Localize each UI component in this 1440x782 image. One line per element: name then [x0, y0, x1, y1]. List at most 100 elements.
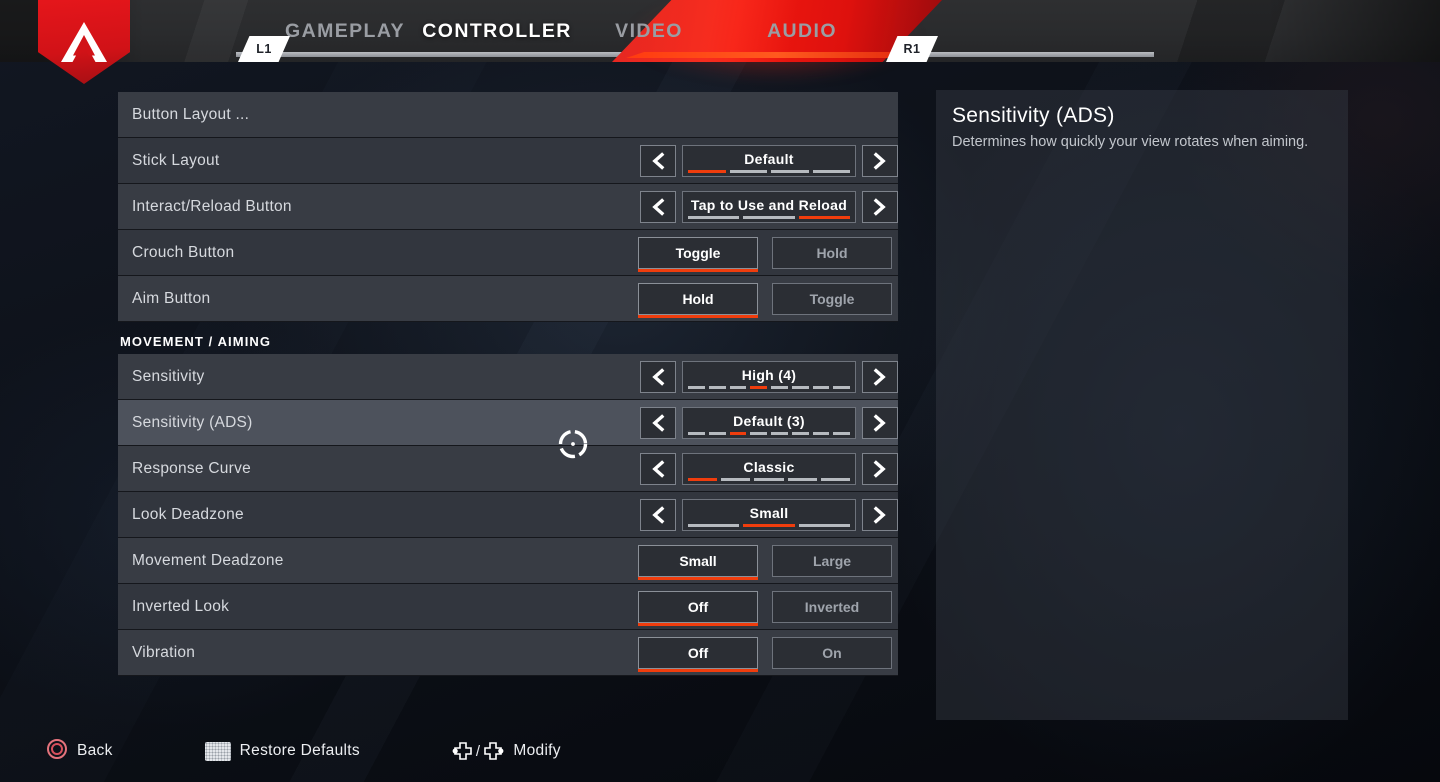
stepper-next-button[interactable]	[862, 499, 898, 531]
tab-gameplay[interactable]: GAMEPLAY	[268, 0, 422, 62]
stepper-segment	[791, 432, 809, 435]
stepper-segments	[688, 216, 850, 219]
footer-modify-action[interactable]: / Modify	[452, 741, 561, 761]
toggle-option[interactable]: Off	[638, 637, 758, 672]
stepper-next-button[interactable]	[862, 191, 898, 223]
settings-row[interactable]: Crouch Button Toggle Hold	[118, 230, 898, 276]
stepper-segment	[688, 432, 705, 435]
reticle-cursor	[556, 427, 590, 461]
stepper-segment	[812, 170, 850, 173]
toggle-control: Off Inverted	[638, 584, 898, 630]
settings-row[interactable]: Inverted Look Off Inverted	[118, 584, 898, 630]
stepper-segment	[743, 524, 795, 527]
description-body: Determines how quickly your view rotates…	[952, 134, 1309, 150]
stepper-value: Default	[744, 151, 794, 167]
stepper-segment	[729, 170, 767, 173]
toggle-control: Toggle Hold	[638, 230, 898, 276]
tab-controller[interactable]: CONTROLLER	[418, 0, 576, 62]
stepper-control: Default	[640, 138, 898, 184]
settings-row[interactable]: Sensitivity (ADS) Default (3)	[118, 400, 898, 446]
stepper-prev-button[interactable]	[640, 145, 676, 177]
toggle-option[interactable]: On	[772, 637, 892, 669]
stepper-segment	[833, 432, 850, 435]
stepper-control: Small	[640, 492, 898, 538]
stepper-segment	[812, 432, 830, 435]
settings-row[interactable]: Vibration Off On	[118, 630, 898, 676]
stepper-segment	[729, 432, 747, 435]
stepper-segment	[787, 478, 817, 481]
toggle-control: Small Large	[638, 538, 898, 584]
tab-audio[interactable]: AUDIO	[728, 0, 876, 62]
section-header: MOVEMENT / AIMING	[120, 334, 272, 349]
toggle-option[interactable]: Hold	[638, 283, 758, 318]
stepper-segment	[721, 478, 751, 481]
stepper-prev-button[interactable]	[640, 499, 676, 531]
footer-back-label: Back	[77, 742, 113, 759]
stepper-segments	[688, 386, 850, 389]
stepper-prev-button[interactable]	[640, 361, 676, 393]
settings-row[interactable]: Button Layout ...	[118, 92, 898, 138]
toggle-option[interactable]: Toggle	[772, 283, 892, 315]
tab-video[interactable]: VIDEO	[576, 0, 722, 62]
stepper-prev-button[interactable]	[640, 407, 676, 439]
stepper-segments	[688, 524, 850, 527]
settings-row[interactable]: Movement Deadzone Small Large	[118, 538, 898, 584]
footer-modify-label: Modify	[513, 742, 561, 759]
settings-row[interactable]: Sensitivity High (4)	[118, 354, 898, 400]
stepper-next-button[interactable]	[862, 145, 898, 177]
dpad-left-right-icon: /	[452, 741, 504, 761]
stepper-segment	[750, 432, 767, 435]
stepper-segment	[798, 216, 850, 219]
stepper-value: Classic	[743, 459, 795, 475]
stepper-prev-button[interactable]	[640, 453, 676, 485]
toggle-option[interactable]: Hold	[772, 237, 892, 269]
stepper-segment	[708, 386, 726, 389]
footer-action-bar: Back Restore Defaults / Modify	[0, 720, 1440, 782]
stepper-segment	[798, 524, 850, 527]
stepper-segment	[688, 478, 718, 481]
touchpad-icon	[204, 741, 231, 761]
toggle-control: Hold Toggle	[638, 276, 898, 322]
stepper-next-button[interactable]	[862, 453, 898, 485]
stepper-next-button[interactable]	[862, 407, 898, 439]
footer-back-action[interactable]: Back	[46, 738, 113, 765]
stepper-value: High (4)	[741, 367, 797, 383]
toggle-option[interactable]: Inverted	[772, 591, 892, 623]
stepper-segment	[812, 386, 830, 389]
description-title: Sensitivity (ADS)	[952, 104, 1115, 127]
stepper-value-box[interactable]: Default (3)	[682, 407, 856, 439]
stepper-value-box[interactable]: Default	[682, 145, 856, 177]
stepper-segments	[688, 432, 850, 435]
settings-row[interactable]: Stick Layout Default	[118, 138, 898, 184]
stepper-control: Classic	[640, 446, 898, 492]
settings-row[interactable]: Aim Button Hold Toggle	[118, 276, 898, 322]
stepper-control: High (4)	[640, 354, 898, 400]
stepper-segment	[688, 386, 705, 389]
toggle-option[interactable]: Small	[638, 545, 758, 580]
stepper-segment	[688, 524, 740, 527]
stepper-next-button[interactable]	[862, 361, 898, 393]
stepper-prev-button[interactable]	[640, 191, 676, 223]
settings-list: Button Layout ... Stick Layout Default Inte…	[118, 92, 898, 676]
toggle-option[interactable]: Off	[638, 591, 758, 626]
stepper-segment	[729, 386, 747, 389]
stepper-segment	[688, 170, 726, 173]
stepper-value-box[interactable]: Classic	[682, 453, 856, 485]
stepper-value-box[interactable]: Tap to Use and Reload	[682, 191, 856, 223]
settings-row-label: Button Layout ...	[132, 105, 250, 123]
footer-restore-defaults-label: Restore Defaults	[239, 742, 360, 759]
stepper-value-box[interactable]: Small	[682, 499, 856, 531]
toggle-option[interactable]: Large	[772, 545, 892, 577]
settings-row[interactable]: Look Deadzone Small	[118, 492, 898, 538]
stepper-segment	[771, 386, 788, 389]
footer-restore-defaults-action[interactable]: Restore Defaults	[204, 741, 360, 761]
stepper-value-box[interactable]: High (4)	[682, 361, 856, 393]
settings-row[interactable]: Interact/Reload Button Tap to Use and Rel…	[118, 184, 898, 230]
stepper-control: Default (3)	[640, 400, 898, 446]
stepper-value: Tap to Use and Reload	[690, 197, 848, 213]
toggle-option[interactable]: Toggle	[638, 237, 758, 272]
stepper-control: Tap to Use and Reload	[640, 184, 898, 230]
settings-row[interactable]: Response Curve Classic	[118, 446, 898, 492]
stepper-value: Default (3)	[733, 413, 805, 429]
toggle-control: Off On	[638, 630, 898, 676]
